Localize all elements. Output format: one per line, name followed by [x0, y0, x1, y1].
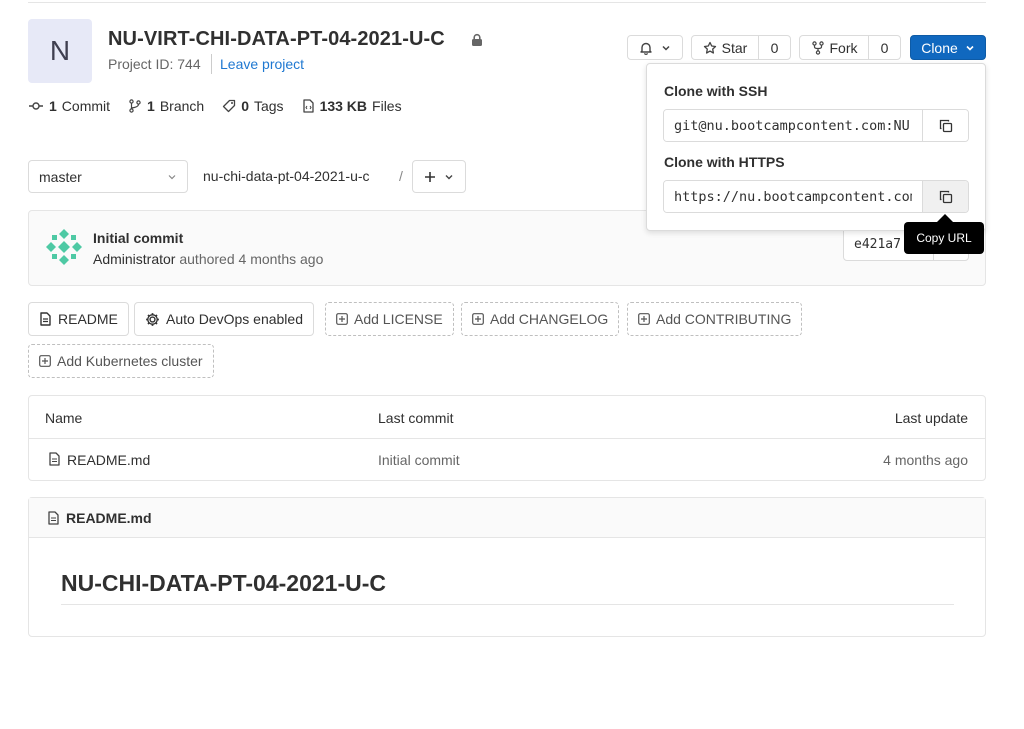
- project-title: NU-VIRT-CHI-DATA-PT-04-2021-U-C: [108, 28, 445, 50]
- add-file-button[interactable]: [412, 160, 466, 193]
- file-commit-link[interactable]: Initial commit: [378, 452, 460, 468]
- plus-square-icon: [472, 313, 484, 325]
- copy-icon: [939, 190, 953, 204]
- file-table-header: Name Last commit Last update: [29, 396, 985, 439]
- col-last-commit-header: Last commit: [378, 410, 454, 426]
- notification-button[interactable]: [627, 35, 683, 60]
- star-icon: [703, 41, 717, 55]
- tag-icon: [222, 99, 236, 113]
- files-size: 133 KB: [319, 98, 368, 114]
- commit-icon: [28, 99, 44, 113]
- top-divider: [28, 2, 986, 3]
- tooltip-arrow: [937, 214, 953, 222]
- plus-icon: [424, 171, 436, 183]
- gear-icon: [145, 312, 160, 327]
- copy-icon: [939, 119, 953, 133]
- fork-count[interactable]: 0: [868, 36, 900, 59]
- branch-icon: [128, 99, 142, 113]
- commit-title-link[interactable]: Initial commit: [93, 230, 183, 246]
- chevron-down-icon: [444, 172, 454, 182]
- fork-button[interactable]: Fork 0: [799, 35, 901, 60]
- header-separator: [211, 54, 212, 74]
- file-text-icon: [48, 452, 61, 466]
- branches-count: 1: [147, 98, 155, 114]
- add-contributing-button[interactable]: Add CONTRIBUTING: [627, 302, 803, 336]
- project-stats: 1 Commit 1 Branch 0 Tags 133 KB Files: [28, 98, 402, 114]
- path-separator: /: [399, 168, 403, 184]
- project-id: Project ID: 744: [108, 56, 201, 72]
- copy-ssh-button[interactable]: [922, 110, 968, 141]
- clone-ssh-label: Clone with SSH: [664, 83, 768, 99]
- plus-square-icon: [638, 313, 650, 325]
- autodevops-button[interactable]: Auto DevOps enabled: [134, 302, 314, 336]
- file-table: Name Last commit Last update README.md I…: [28, 395, 986, 481]
- file-name-link[interactable]: README.md: [67, 452, 150, 468]
- clone-https-label: Clone with HTTPS: [664, 154, 785, 170]
- clone-button[interactable]: Clone: [910, 35, 986, 60]
- add-contributing-label: Add CONTRIBUTING: [656, 311, 792, 327]
- clone-label: Clone: [921, 39, 958, 56]
- commit-time: authored 4 months ago: [179, 251, 324, 267]
- readme-filename-link[interactable]: README.md: [66, 510, 152, 526]
- tags-stat[interactable]: 0 Tags: [222, 98, 284, 114]
- repo-path-link[interactable]: nu-chi-data-pt-04-2021-u-c: [203, 168, 370, 184]
- readme-divider: [61, 604, 954, 605]
- col-last-update-header: Last update: [894, 410, 968, 426]
- commits-count: 1: [49, 98, 57, 114]
- star-label: Star: [721, 39, 748, 56]
- chevron-down-icon: [965, 43, 975, 53]
- plus-square-icon: [39, 355, 51, 367]
- star-count[interactable]: 0: [758, 36, 790, 59]
- commit-author-link[interactable]: Administrator: [93, 251, 175, 267]
- file-icon: [302, 99, 315, 113]
- copy-url-tooltip: Copy URL: [904, 222, 984, 254]
- file-updated: 4 months ago: [883, 452, 968, 468]
- fork-label: Fork: [829, 39, 858, 56]
- https-url-input[interactable]: [664, 181, 922, 212]
- fork-icon: [811, 40, 825, 55]
- chevron-down-icon: [661, 43, 671, 53]
- readme-button[interactable]: README: [28, 302, 129, 336]
- tags-label: Tags: [253, 98, 284, 114]
- add-changelog-button[interactable]: Add CHANGELOG: [461, 302, 620, 336]
- commits-stat[interactable]: 1 Commit: [28, 98, 110, 114]
- col-name-header: Name: [45, 410, 83, 426]
- add-license-label: Add LICENSE: [354, 311, 443, 327]
- https-url-group: [663, 180, 969, 213]
- author-avatar[interactable]: [44, 227, 84, 267]
- chevron-down-icon: [167, 172, 177, 182]
- files-stat[interactable]: 133 KB Files: [302, 98, 402, 114]
- readme-header: README.md: [29, 498, 985, 538]
- commits-label: Commit: [61, 98, 111, 114]
- bell-icon: [639, 41, 653, 55]
- branches-label: Branch: [159, 98, 205, 114]
- add-license-button[interactable]: Add LICENSE: [325, 302, 454, 336]
- add-kubernetes-button[interactable]: Add Kubernetes cluster: [28, 344, 214, 378]
- readme-button-label: README: [58, 311, 118, 327]
- tags-count: 0: [241, 98, 249, 114]
- autodevops-label: Auto DevOps enabled: [166, 311, 303, 327]
- file-text-icon: [39, 312, 52, 326]
- add-changelog-label: Add CHANGELOG: [490, 311, 609, 327]
- plus-square-icon: [336, 313, 348, 325]
- star-button[interactable]: Star 0: [691, 35, 791, 60]
- avatar-letter: N: [49, 35, 71, 66]
- readme-heading: NU-CHI-DATA-PT-04-2021-U-C: [61, 570, 386, 596]
- files-label: Files: [372, 98, 402, 114]
- clone-dropdown: Clone with SSH Clone with HTTPS: [646, 63, 986, 231]
- lock-icon: [470, 33, 484, 47]
- project-avatar[interactable]: N: [28, 19, 92, 83]
- commit-meta: Administrator authored 4 months ago: [93, 251, 323, 267]
- branches-stat[interactable]: 1 Branch: [128, 98, 204, 114]
- branch-name: master: [39, 168, 82, 185]
- copy-https-button[interactable]: [922, 181, 968, 212]
- branch-selector[interactable]: master: [28, 160, 188, 193]
- table-row[interactable]: README.md Initial commit 4 months ago: [29, 439, 985, 480]
- ssh-url-group: [663, 109, 969, 142]
- file-text-icon: [47, 510, 60, 525]
- leave-project-link[interactable]: Leave project: [220, 56, 304, 72]
- readme-panel: README.md NU-CHI-DATA-PT-04-2021-U-C: [28, 497, 986, 637]
- ssh-url-input[interactable]: [664, 110, 922, 141]
- add-kubernetes-label: Add Kubernetes cluster: [57, 353, 203, 369]
